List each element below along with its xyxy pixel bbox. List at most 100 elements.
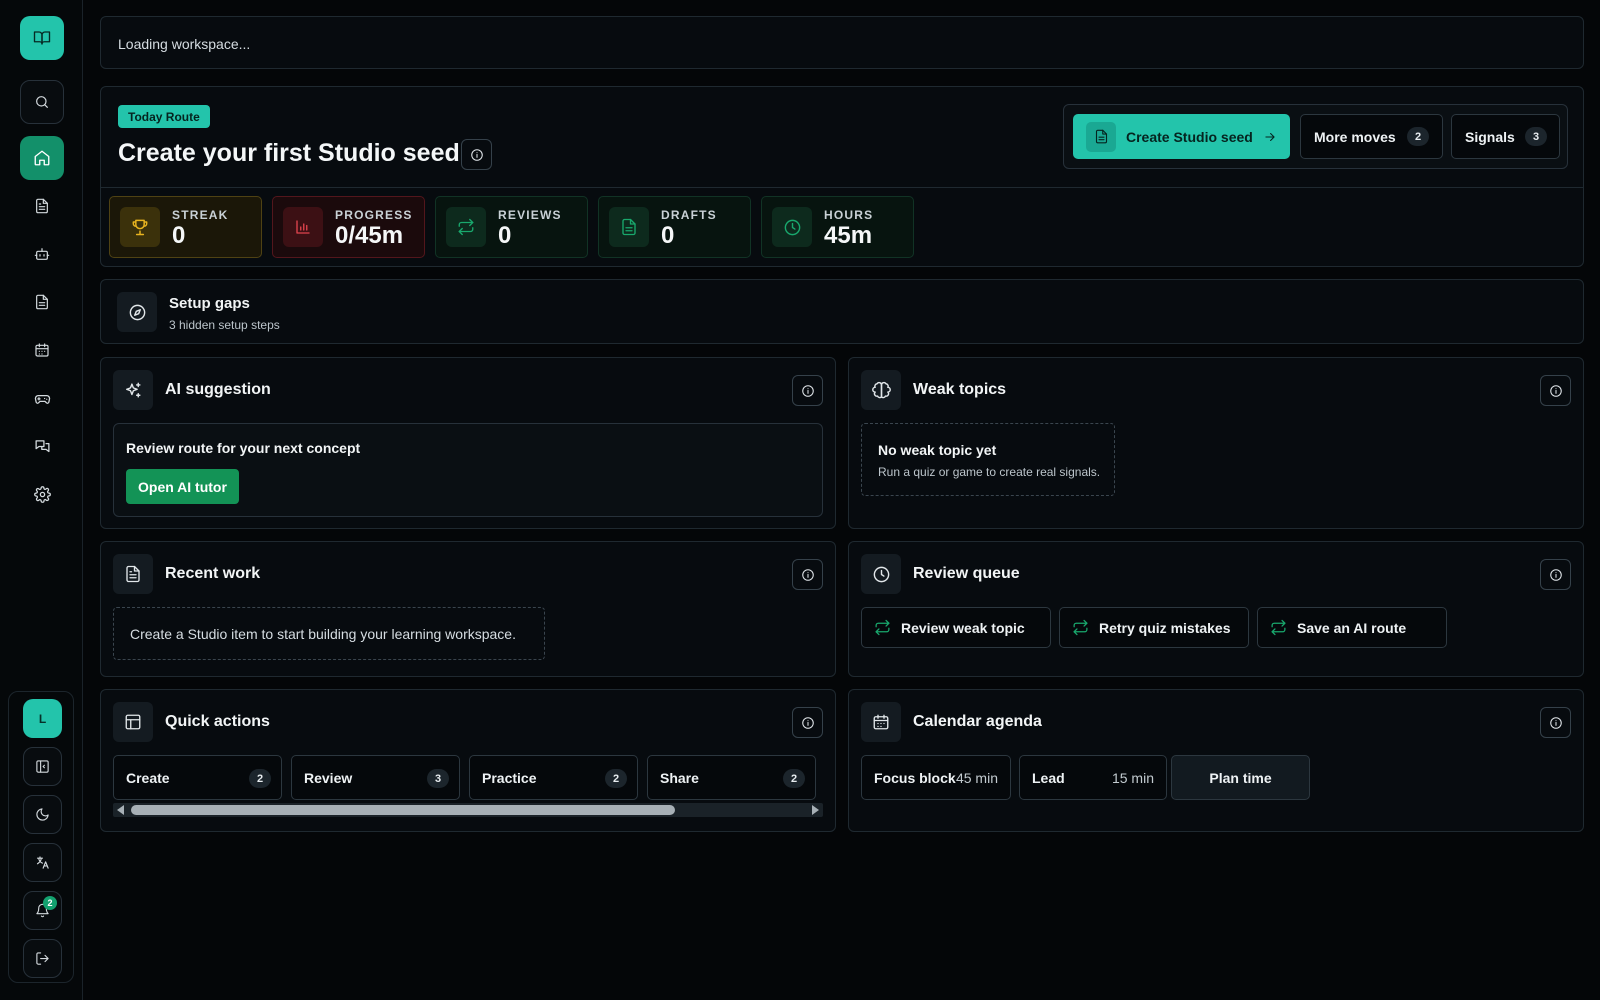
quick-actions-title: Quick actions [165,713,270,730]
nav-ai-bot[interactable] [20,232,64,276]
theme-toggle-button[interactable] [23,795,62,834]
weak-topics-card: Weak topics No weak topic yet Run a quiz… [848,357,1584,529]
repeat-icon [1271,619,1286,636]
info-icon [801,716,814,729]
route-actions: Create Studio seed More moves 2 Signals … [1063,104,1568,169]
signals-button[interactable]: Signals 3 [1451,114,1560,159]
route-info-button[interactable] [461,139,492,170]
avatar[interactable]: L [23,699,62,738]
agenda-item-label: Lead [1032,769,1065,786]
stat-drafts: DRAFTS 0 [598,196,751,258]
nav-settings[interactable] [20,472,64,516]
brain-icon [871,381,891,398]
setup-gaps-title: Setup gaps [169,295,250,312]
nav-chat[interactable] [20,424,64,468]
weak-topics-info-button[interactable] [1540,375,1571,406]
review-queue-item-label: Review weak topic [901,619,1025,636]
sidebar-panel-icon [36,760,49,773]
nav-home[interactable] [20,136,64,180]
nav-documents[interactable] [20,184,64,228]
logout-button[interactable] [23,939,62,978]
search-button[interactable] [20,80,64,124]
ai-suggestion-box: Review route for your next concept Open … [113,423,823,517]
quick-action-count: 2 [605,769,627,788]
review-queue-item[interactable]: Retry quiz mistakes [1059,607,1249,648]
sparkles-icon [125,382,141,398]
setup-gaps-panel[interactable]: Setup gaps 3 hidden setup steps [100,279,1584,344]
book-logo-icon[interactable] [20,16,64,60]
stat-reviews: REVIEWS 0 [435,196,588,258]
nav-notes[interactable] [20,280,64,324]
open-ai-tutor-button[interactable]: Open AI tutor [126,469,239,504]
quick-actions-info-button[interactable] [792,707,823,738]
weak-topics-empty-text: Run a quiz or game to create real signal… [878,465,1101,479]
chat-icon [34,439,50,452]
quick-action-label: Create [126,769,170,786]
info-icon [1549,716,1562,729]
recent-work-info-button[interactable] [792,559,823,590]
bot-icon [34,248,50,260]
sidebar: L 2 [0,0,83,1000]
info-icon [470,148,483,161]
review-queue-card: Review queue Review weak topic Retry qui… [848,541,1584,677]
review-queue-item[interactable]: Review weak topic [861,607,1051,648]
recent-work-title: Recent work [165,565,261,582]
review-queue-info-button[interactable] [1540,559,1571,590]
nav-calendar[interactable] [20,328,64,372]
quick-action-share[interactable]: Share 2 [647,755,816,800]
review-queue-item-label: Retry quiz mistakes [1099,619,1231,636]
nav-games[interactable] [20,376,64,420]
calendar-agenda-card: Calendar agenda Focus block 45 min Lead … [848,689,1584,832]
repeat-icon [875,619,890,636]
scroll-left-arrow-icon[interactable] [117,805,124,815]
stat-streak: STREAK 0 [109,196,262,258]
clock-icon [784,219,800,235]
quick-action-review[interactable]: Review 3 [291,755,460,800]
review-queue-item-label: Save an AI route [1297,619,1407,636]
language-button[interactable] [23,843,62,882]
stat-label: HOURS [824,208,874,222]
ai-suggestion-info-button[interactable] [792,375,823,406]
stat-label: STREAK [172,208,229,222]
info-icon [801,384,814,397]
agenda-item-lead[interactable]: Lead 15 min [1019,755,1167,800]
notifications-button[interactable]: 2 [23,891,62,930]
stat-value: 0 [661,222,675,249]
stat-label: PROGRESS [335,208,413,222]
logout-icon [36,952,49,965]
sidebar-footer: L 2 [8,691,74,983]
scrollbar-thumb[interactable] [131,805,675,815]
more-moves-button[interactable]: More moves 2 [1300,114,1443,159]
weak-topics-title: Weak topics [913,381,1007,398]
divider [101,187,1583,188]
quick-action-practice[interactable]: Practice 2 [469,755,638,800]
review-queue-item[interactable]: Save an AI route [1257,607,1447,648]
search-icon [36,96,48,108]
create-studio-seed-label: Create Studio seed [1126,128,1253,145]
notification-count-badge: 2 [43,896,57,910]
stat-value: 0 [498,222,512,249]
file-icon [1095,129,1107,144]
weak-topics-empty-title: No weak topic yet [878,442,997,458]
calendar-agenda-title: Calendar agenda [913,713,1042,730]
agenda-item-duration: 15 min [1111,769,1154,786]
document-icon [36,198,48,214]
quick-action-count: 2 [249,769,271,788]
file-icon [622,218,636,236]
compass-icon [129,304,145,320]
scroll-right-arrow-icon[interactable] [812,805,819,815]
stat-progress: PROGRESS 0/45m [272,196,425,258]
quick-action-count: 2 [783,769,805,788]
agenda-item-focus-block[interactable]: Focus block 45 min [861,755,1011,800]
create-studio-seed-button[interactable]: Create Studio seed [1073,114,1290,159]
calendar-agenda-info-button[interactable] [1540,707,1571,738]
review-queue-title: Review queue [913,565,1020,582]
toggle-sidebar-button[interactable] [23,747,62,786]
quick-action-create[interactable]: Create 2 [113,755,282,800]
gamepad-icon [34,394,50,404]
plan-time-button[interactable]: Plan time [1171,755,1310,800]
horizontal-scrollbar[interactable] [113,803,823,817]
stat-hours: HOURS 45m [761,196,914,258]
more-moves-label: More moves [1314,128,1396,145]
recent-work-empty-state: Create a Studio item to start building y… [113,607,545,660]
